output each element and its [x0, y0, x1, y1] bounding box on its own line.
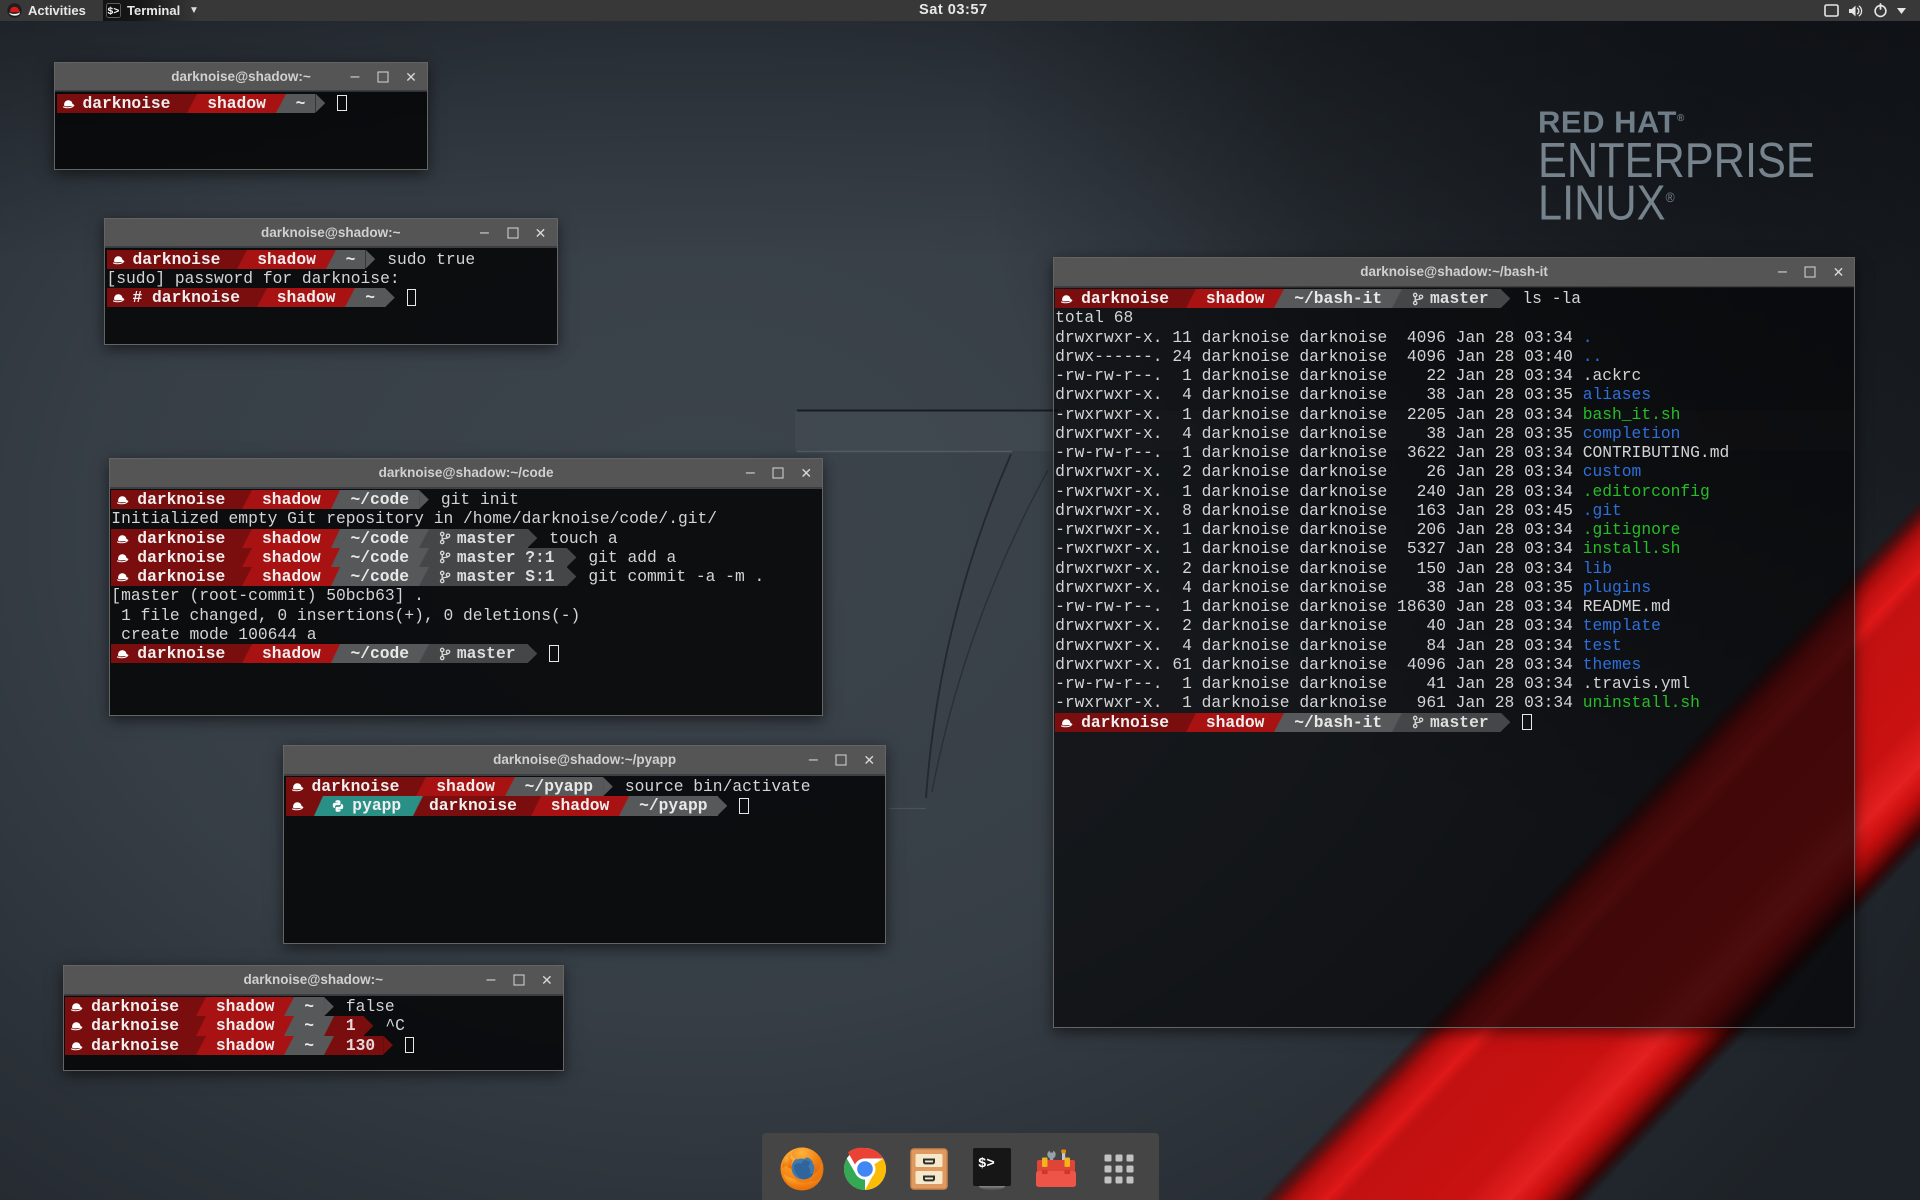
- svg-text:$>: $>: [107, 6, 119, 18]
- svg-text:$>: $>: [978, 1156, 995, 1172]
